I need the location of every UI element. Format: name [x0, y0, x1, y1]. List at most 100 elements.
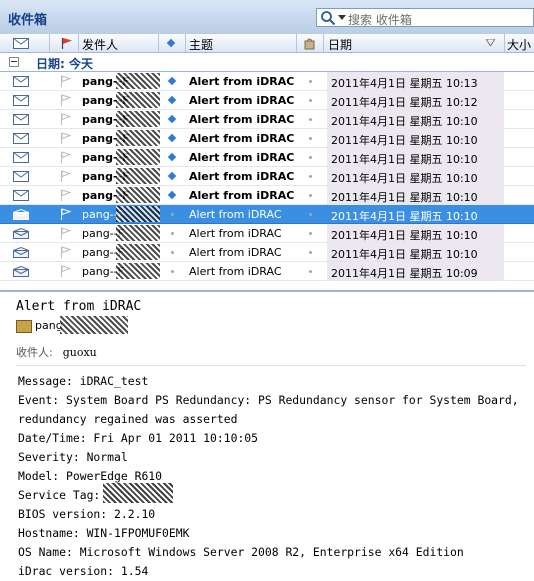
- diamond-icon: [166, 38, 176, 48]
- column-size[interactable]: 大小: [504, 34, 534, 52]
- redaction-scribble: [116, 168, 160, 184]
- diamond-icon: [167, 171, 177, 181]
- search-placeholder[interactable]: 搜索 收件箱: [348, 11, 412, 28]
- diamond-icon: [167, 133, 177, 143]
- flag-icon[interactable]: [60, 151, 72, 164]
- envelope-icon[interactable]: [13, 133, 29, 144]
- message-date: 2011年4月1日 星期五 10:10: [331, 115, 478, 128]
- message-date: 2011年4月1日 星期五 10:10: [331, 248, 478, 261]
- flag-icon[interactable]: [60, 113, 72, 126]
- message-row[interactable]: pang--F Alert from iDRAC 2011年4月1日 星期五 10:…: [0, 129, 534, 148]
- redaction-scribble: [116, 263, 160, 279]
- column-date[interactable]: 日期: [323, 34, 505, 52]
- message-row[interactable]: pang--F Alert from iDRAC 2011年4月1日 星期五 10:…: [0, 110, 534, 129]
- dot-icon: [309, 194, 312, 197]
- sort-descending-icon: [486, 39, 495, 46]
- message-row[interactable]: pang--F Alert from iDRAC 2011年4月1日 星期五 10:…: [0, 186, 534, 205]
- dot-icon: [309, 80, 312, 83]
- column-flag[interactable]: [49, 34, 79, 52]
- message-date: 2011年4月1日 星期五 10:13: [331, 77, 478, 90]
- body-line: iDrac version: 1.54: [18, 564, 149, 578]
- envelope-icon[interactable]: [13, 152, 29, 163]
- collapse-toggle-icon[interactable]: [9, 57, 19, 67]
- diamond-icon: [167, 95, 177, 105]
- message-date: 2011年4月1日 星期五 10:10: [331, 210, 478, 223]
- message-body: Message: iDRAC_test Event: System Board P…: [18, 372, 532, 581]
- envelope-open-icon[interactable]: [13, 266, 29, 277]
- message-date: 2011年4月1日 星期五 10:10: [331, 134, 478, 147]
- message-subject: Alert from iDRAC: [189, 189, 295, 202]
- envelope-icon[interactable]: [13, 95, 29, 106]
- dot-icon: [309, 156, 312, 159]
- column-header: 发件人 主题 日期 大小: [0, 34, 534, 53]
- message-date: 2011年4月1日 星期五 10:09: [331, 267, 478, 280]
- column-subject-label: 主题: [189, 38, 214, 52]
- message-date: 2011年4月1日 星期五 10:10: [331, 229, 478, 242]
- preview-sender-name[interactable]: pang: [35, 319, 63, 332]
- flag-icon[interactable]: [60, 170, 72, 183]
- group-header-today[interactable]: 日期: 今天: [0, 53, 534, 72]
- diamond-icon: [167, 114, 177, 124]
- column-from[interactable]: 发件人: [78, 34, 159, 52]
- attachment-icon: [304, 38, 315, 50]
- message-row[interactable]: pang--F Alert from iDRAC 2011年4月1日 星期五 10:…: [0, 205, 534, 224]
- redaction-scribble: [116, 225, 160, 241]
- column-date-label: 日期: [328, 38, 353, 52]
- envelope-icon[interactable]: [13, 76, 29, 87]
- search-box[interactable]: 搜索 收件箱: [316, 8, 534, 27]
- dot-icon: [309, 137, 312, 140]
- column-read-status[interactable]: [0, 34, 50, 52]
- column-size-label: 大小: [507, 38, 532, 52]
- message-row[interactable]: pang--F Alert from iDRAC 2011年4月1日 星期五 10:…: [0, 72, 534, 91]
- envelope-open-icon[interactable]: [13, 209, 29, 220]
- envelope-icon[interactable]: [13, 171, 29, 182]
- dot-icon: [309, 232, 312, 235]
- flag-icon[interactable]: [60, 265, 72, 278]
- message-subject: Alert from iDRAC: [189, 265, 282, 278]
- diamond-icon: [167, 190, 177, 200]
- message-subject: Alert from iDRAC: [189, 208, 282, 221]
- group-label: 日期: 今天: [36, 57, 93, 71]
- message-date: 2011年4月1日 星期五 10:10: [331, 153, 478, 166]
- envelope-icon[interactable]: [13, 114, 29, 125]
- flag-icon[interactable]: [60, 246, 72, 259]
- search-icon[interactable]: [320, 10, 336, 26]
- recipient-value[interactable]: guoxu: [63, 346, 97, 359]
- flag-icon[interactable]: [60, 208, 72, 221]
- column-attachment[interactable]: [296, 34, 324, 52]
- body-line: Message: iDRAC_test: [18, 374, 149, 388]
- contact-card-icon: [16, 319, 32, 333]
- flag-icon[interactable]: [60, 75, 72, 88]
- flag-icon[interactable]: [60, 132, 72, 145]
- column-importance[interactable]: [158, 34, 186, 52]
- message-row[interactable]: pang--F Alert from iDRAC 2011年4月1日 星期五 10:…: [0, 167, 534, 186]
- message-subject: Alert from iDRAC: [189, 170, 295, 183]
- message-row[interactable]: pang--F Alert from iDRAC 2011年4月1日 星期五 10:…: [0, 224, 534, 243]
- flag-icon[interactable]: [60, 94, 72, 107]
- message-row[interactable]: pang--F Alert from iDRAC 2011年4月1日 星期五 10:…: [0, 243, 534, 262]
- body-line: Service Tag:: [18, 488, 101, 502]
- body-line: Hostname: WIN-1FPOMUF0EMK: [18, 526, 190, 540]
- redaction-scribble: [60, 316, 128, 334]
- envelope-open-icon[interactable]: [13, 228, 29, 239]
- preview-subject: Alert from iDRAC: [16, 299, 142, 314]
- message-row[interactable]: pang--F Alert from iDRAC 2011年4月1日 星期五 10:…: [0, 148, 534, 167]
- dot-icon: [309, 270, 312, 273]
- dot-icon: [309, 213, 312, 216]
- message-row[interactable]: pang--F Alert from iDRAC 2011年4月1日 星期五 10:…: [0, 262, 534, 281]
- message-row[interactable]: pang--F Alert from iDRAC 2011年4月1日 星期五 10:…: [0, 91, 534, 110]
- flag-icon[interactable]: [60, 227, 72, 240]
- flag-icon[interactable]: [60, 189, 72, 202]
- redaction-scribble: [116, 149, 160, 165]
- message-subject: Alert from iDRAC: [189, 132, 295, 145]
- envelope-icon[interactable]: [13, 190, 29, 201]
- search-options-chevron-down-icon[interactable]: [338, 15, 346, 20]
- preview-sender[interactable]: pang: [16, 316, 128, 334]
- flag-icon: [61, 38, 72, 49]
- redaction-scribble: [116, 73, 160, 89]
- body-line: Severity: Normal: [18, 450, 128, 464]
- envelope-open-icon[interactable]: [13, 247, 29, 258]
- column-subject[interactable]: 主题: [185, 34, 297, 52]
- dot-icon: [309, 118, 312, 121]
- preview-recipient-line: 收件人: guoxu: [16, 344, 97, 360]
